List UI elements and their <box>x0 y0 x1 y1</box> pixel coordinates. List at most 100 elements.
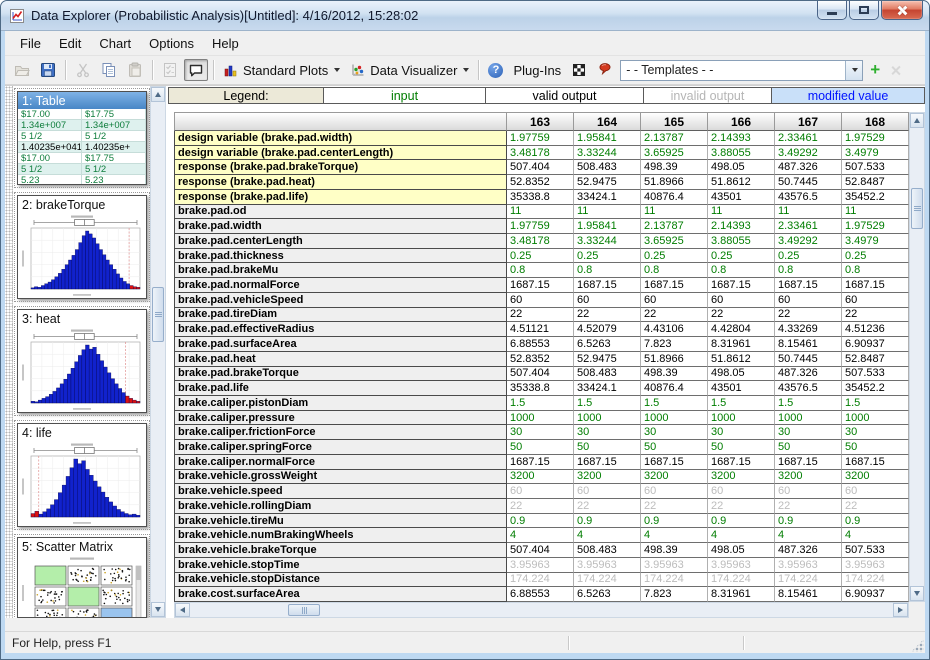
table-cell[interactable]: 1.95841 <box>574 219 641 234</box>
sidebar-scrollbar[interactable] <box>150 86 166 618</box>
copy-button[interactable] <box>97 59 121 81</box>
table-cell[interactable]: 508.483 <box>574 160 641 175</box>
table-cell[interactable]: 6.5263 <box>574 337 641 352</box>
table-cell[interactable]: 7.823 <box>641 337 708 352</box>
table-cell[interactable]: 60 <box>842 484 909 499</box>
table-cell[interactable]: 1000 <box>842 411 909 426</box>
table-cell[interactable]: 3200 <box>507 470 574 485</box>
table-cell[interactable]: 52.8487 <box>842 175 909 190</box>
table-cell[interactable]: 8.31961 <box>708 337 775 352</box>
table-cell[interactable]: 174.224 <box>842 573 909 588</box>
table-cell[interactable]: 11 <box>507 205 574 220</box>
table-cell[interactable]: 1687.15 <box>842 455 909 470</box>
table-cell[interactable]: 6.90937 <box>842 337 909 352</box>
table-cell[interactable]: 3.95963 <box>507 558 574 573</box>
open-button[interactable] <box>10 59 34 81</box>
scroll-right-button[interactable] <box>893 603 908 617</box>
table-cell[interactable]: 3.48178 <box>507 234 574 249</box>
table-cell[interactable]: 3200 <box>574 470 641 485</box>
table-cell[interactable]: 1687.15 <box>708 278 775 293</box>
table-cell[interactable]: 40876.4 <box>641 381 708 396</box>
table-cell[interactable]: 498.39 <box>641 160 708 175</box>
scroll-up-button[interactable] <box>910 113 924 128</box>
table-cell[interactable]: 2.14393 <box>708 219 775 234</box>
table-cell[interactable]: 11 <box>641 205 708 220</box>
table-cell[interactable]: 3200 <box>775 470 842 485</box>
table-cell[interactable]: 3.33244 <box>574 146 641 161</box>
table-cell[interactable]: 498.39 <box>641 367 708 382</box>
table-cell[interactable]: 498.05 <box>708 160 775 175</box>
row-label[interactable]: brake.pad.effectiveRadius <box>174 322 507 337</box>
cut-button[interactable] <box>71 59 95 81</box>
table-cell[interactable]: 1.95841 <box>574 131 641 146</box>
table-cell[interactable]: 3.88055 <box>708 234 775 249</box>
table-cell[interactable]: 60 <box>775 293 842 308</box>
row-label[interactable]: brake.pad.od <box>174 205 507 220</box>
table-cell[interactable]: 1.97759 <box>507 131 574 146</box>
table-cell[interactable]: 4 <box>708 528 775 543</box>
table-cell[interactable]: 3.65925 <box>641 234 708 249</box>
table-cell[interactable]: 1000 <box>641 411 708 426</box>
row-label[interactable]: design variable (brake.pad.width) <box>174 131 507 146</box>
table-cell[interactable]: 35338.8 <box>507 381 574 396</box>
table-cell[interactable]: 0.25 <box>842 249 909 264</box>
table-cell[interactable]: 1687.15 <box>708 455 775 470</box>
table-cell[interactable]: 4.42804 <box>708 322 775 337</box>
table-cell[interactable]: 3.65925 <box>641 146 708 161</box>
table-cell[interactable]: 1687.15 <box>574 278 641 293</box>
templates-combobox[interactable]: - - Templates - - <box>620 60 863 81</box>
row-label[interactable]: brake.pad.life <box>174 381 507 396</box>
table-cell[interactable]: 43501 <box>708 190 775 205</box>
table-cell[interactable]: 4 <box>507 528 574 543</box>
table-cell[interactable]: 0.25 <box>641 249 708 264</box>
table-cell[interactable]: 2.14393 <box>708 131 775 146</box>
table-cell[interactable]: 50 <box>641 440 708 455</box>
table-cell[interactable]: 3.48178 <box>507 146 574 161</box>
table-cell[interactable]: 4.51236 <box>842 322 909 337</box>
table-cell[interactable]: 22 <box>775 499 842 514</box>
table-cell[interactable]: 35452.2 <box>842 381 909 396</box>
table-cell[interactable]: 0.25 <box>775 249 842 264</box>
row-label[interactable]: brake.vehicle.stopDistance <box>174 573 507 588</box>
table-cell[interactable]: 52.8352 <box>507 352 574 367</box>
table-cell[interactable]: 3.95963 <box>574 558 641 573</box>
row-label[interactable]: brake.vehicle.rollingDiam <box>174 499 507 514</box>
standard-plots-button[interactable]: Standard Plots <box>219 59 344 81</box>
table-horizontal-scrollbar[interactable] <box>174 602 909 618</box>
column-header[interactable]: 165 <box>641 112 708 131</box>
table-cell[interactable]: 3.4979 <box>842 234 909 249</box>
resize-grip[interactable] <box>911 639 924 652</box>
column-header[interactable]: 168 <box>842 112 909 131</box>
row-label[interactable]: brake.caliper.normalForce <box>174 455 507 470</box>
row-label[interactable]: response (brake.pad.life) <box>174 190 507 205</box>
sidebar-item-2[interactable]: 2: brakeTorque <box>17 195 147 299</box>
table-cell[interactable]: 498.05 <box>708 543 775 558</box>
table-cell[interactable]: 0.9 <box>842 514 909 529</box>
menu-chart[interactable]: Chart <box>90 33 140 54</box>
table-cell[interactable]: 52.8352 <box>507 175 574 190</box>
table-cell[interactable]: 2.13787 <box>641 219 708 234</box>
table-cell[interactable]: 1.5 <box>641 396 708 411</box>
templates-dropdown-button[interactable] <box>845 61 862 80</box>
table-cell[interactable]: 174.224 <box>641 573 708 588</box>
table-cell[interactable]: 498.39 <box>641 543 708 558</box>
sidebar-item-1[interactable]: 1: Table$17.00$17.751.34e+0071.34e+0075 … <box>17 91 147 185</box>
table-cell[interactable]: 43576.5 <box>775 381 842 396</box>
table-cell[interactable]: 2.33461 <box>775 131 842 146</box>
table-cell[interactable]: 0.9 <box>708 514 775 529</box>
table-cell[interactable]: 35452.2 <box>842 190 909 205</box>
table-cell[interactable]: 1687.15 <box>641 278 708 293</box>
table-cell[interactable]: 51.8966 <box>641 175 708 190</box>
table-cell[interactable]: 8.15461 <box>775 587 842 602</box>
table-cell[interactable]: 60 <box>775 484 842 499</box>
table-cell[interactable]: 174.224 <box>574 573 641 588</box>
table-cell[interactable]: 22 <box>507 308 574 323</box>
table-cell[interactable]: 11 <box>574 205 641 220</box>
table-cell[interactable]: 4 <box>574 528 641 543</box>
table-cell[interactable]: 0.8 <box>775 263 842 278</box>
table-cell[interactable]: 4 <box>641 528 708 543</box>
table-cell[interactable]: 1687.15 <box>641 455 708 470</box>
table-cell[interactable]: 507.404 <box>507 543 574 558</box>
table-cell[interactable]: 33424.1 <box>574 381 641 396</box>
column-header[interactable]: 167 <box>775 112 842 131</box>
